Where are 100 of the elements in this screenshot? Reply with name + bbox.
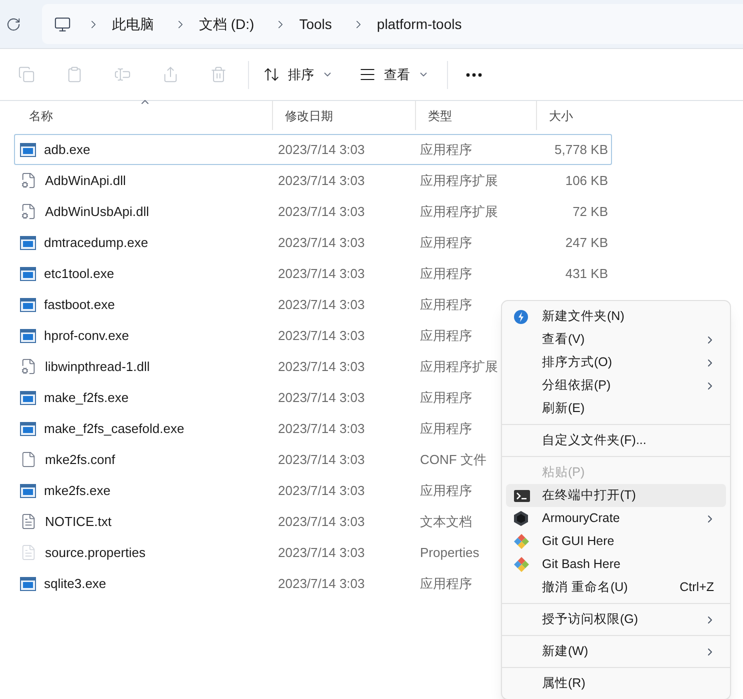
settings-file-icon [20, 172, 37, 189]
sort-menu-button[interactable]: 排序 [255, 58, 341, 92]
file-type: 应用程序 [420, 142, 472, 157]
modified-date: 2023/7/14 3:03 [277, 358, 366, 376]
file-size: 5,778 KB [554, 142, 608, 157]
menu-item[interactable]: 自定义文件夹(F)... [506, 429, 726, 452]
menu-item[interactable]: 属性(R) [506, 672, 726, 695]
file-type: 应用程序 [420, 482, 472, 498]
menu-item[interactable]: Git Bash Here [506, 553, 726, 576]
modified-date: 2023/7/14 3:03 [277, 420, 366, 438]
settings-file-icon [20, 203, 37, 220]
column-header[interactable]: 类型 [415, 101, 536, 130]
lightning-icon [514, 310, 528, 324]
sort-icon [263, 66, 280, 83]
text-file-icon [20, 513, 37, 530]
menu-item[interactable]: 查看(V) [506, 328, 726, 351]
file-type: 应用程序 [420, 296, 472, 312]
file-type: 应用程序 [420, 328, 472, 343]
modified-date: 2023/7/14 3:03 [277, 172, 366, 190]
application-icon [20, 236, 36, 250]
file-type: 应用程序 [420, 576, 472, 591]
refresh-icon[interactable] [6, 16, 20, 32]
delete-icon [210, 66, 226, 83]
more-icon [466, 72, 482, 76]
menu-item[interactable]: ArmouryCrate [506, 507, 726, 530]
column-header[interactable]: 大小 [536, 101, 614, 130]
menu-item[interactable]: 新建文件夹(N) [506, 305, 726, 328]
share-icon [162, 66, 178, 83]
application-icon [20, 576, 36, 590]
column-header[interactable]: 修改日期 [272, 101, 415, 130]
breadcrumb-item[interactable]: 文档 (D:) [199, 14, 254, 34]
application-icon [20, 390, 36, 404]
file-type: 应用程序 [420, 266, 472, 281]
file-size: 106 KB [565, 172, 608, 188]
breadcrumb-item[interactable]: 此电脑 [112, 14, 154, 34]
file-type: 文本文档 [420, 514, 472, 529]
file-type: 应用程序 [420, 420, 472, 436]
menu-item[interactable]: Git GUI Here [506, 530, 726, 553]
modified-date: 2023/7/14 3:03 [277, 544, 366, 562]
rename-icon [114, 66, 130, 83]
menu-item[interactable]: 刷新(E) [506, 397, 726, 420]
menu-item[interactable]: 授予访问权限(G) [506, 608, 726, 631]
file-type: Properties [420, 544, 480, 560]
file-name: make_f2fs_casefold.exe [44, 420, 184, 438]
copy-icon [18, 66, 34, 83]
menu-item[interactable]: 排序方式(O) [506, 351, 726, 374]
application-icon [20, 298, 36, 312]
file-name: libwinpthread-1.dll [45, 358, 150, 376]
computer-icon [54, 16, 71, 32]
diamond-icon [514, 557, 529, 572]
modified-date: 2023/7/14 3:03 [277, 482, 366, 500]
terminal-icon [514, 490, 530, 502]
modified-date: 2023/7/14 3:03 [277, 264, 366, 283]
menu-item[interactable]: 撤消 重命名(U) Ctrl+Z [506, 576, 726, 599]
file-name: mke2fs.exe [44, 482, 110, 500]
file-name: AdbWinUsbApi.dll [45, 202, 150, 221]
modified-date: 2023/7/14 3:03 [277, 296, 366, 314]
file-type: 应用程序扩展 [420, 204, 498, 219]
file-name: sqlite3.exe [44, 574, 106, 593]
modified-date: 2023/7/14 3:03 [277, 234, 366, 252]
shortcut-text: Ctrl+Z [680, 579, 714, 596]
application-icon [20, 328, 36, 342]
file-name: hprof-conv.exe [44, 326, 130, 345]
view-menu-button[interactable]: 查看 [351, 58, 437, 92]
text-file-icon [20, 544, 37, 561]
file-name: etc1tool.exe [44, 264, 114, 283]
diamond-icon [514, 534, 529, 549]
menu-item[interactable]: 新建(W) [506, 640, 726, 663]
file-name: make_f2fs.exe [44, 388, 129, 407]
modified-date: 2023/7/14 3:03 [277, 326, 366, 345]
file-type: 应用程序扩展 [420, 172, 498, 188]
column-header[interactable]: 名称 [17, 101, 272, 130]
breadcrumb-item[interactable]: platform-tools [376, 14, 462, 34]
file-icon [20, 451, 37, 468]
file-size: 247 KB [565, 234, 608, 250]
modified-date: 2023/7/14 3:03 [277, 450, 366, 469]
modified-date: 2023/7/14 3:03 [277, 574, 366, 593]
modified-date: 2023/7/14 3:03 [277, 512, 366, 531]
file-name: dmtracedump.exe [44, 234, 148, 252]
file-name: adb.exe [44, 140, 90, 159]
application-icon [20, 422, 36, 436]
file-name: source.properties [45, 544, 146, 562]
modified-date: 2023/7/14 3:03 [277, 202, 366, 221]
file-name: mke2fs.conf [45, 450, 116, 469]
file-name: AdbWinApi.dll [45, 172, 126, 190]
file-name: NOTICE.txt [45, 512, 112, 531]
file-type: 应用程序 [420, 390, 472, 405]
view-lines-icon [359, 66, 376, 83]
application-icon [20, 484, 36, 498]
file-size: 431 KB [565, 266, 608, 281]
menu-item[interactable]: 分组依据(P) [506, 374, 726, 397]
menu-item[interactable]: 在终端中打开(T) [506, 484, 726, 507]
application-icon [20, 142, 36, 156]
file-type: 应用程序扩展 [420, 358, 498, 374]
address-bar[interactable]: 此电脑 文档 (D:) Tools platform-tools [42, 4, 743, 44]
file-type: CONF 文件 [420, 452, 486, 467]
file-row[interactable]: adb.exe 2023/7/14 3:03 应用程序 5,778 KB [14, 134, 612, 165]
breadcrumb-item[interactable]: Tools [299, 14, 332, 34]
modified-date: 2023/7/14 3:03 [277, 140, 366, 159]
paste-icon [66, 66, 82, 83]
